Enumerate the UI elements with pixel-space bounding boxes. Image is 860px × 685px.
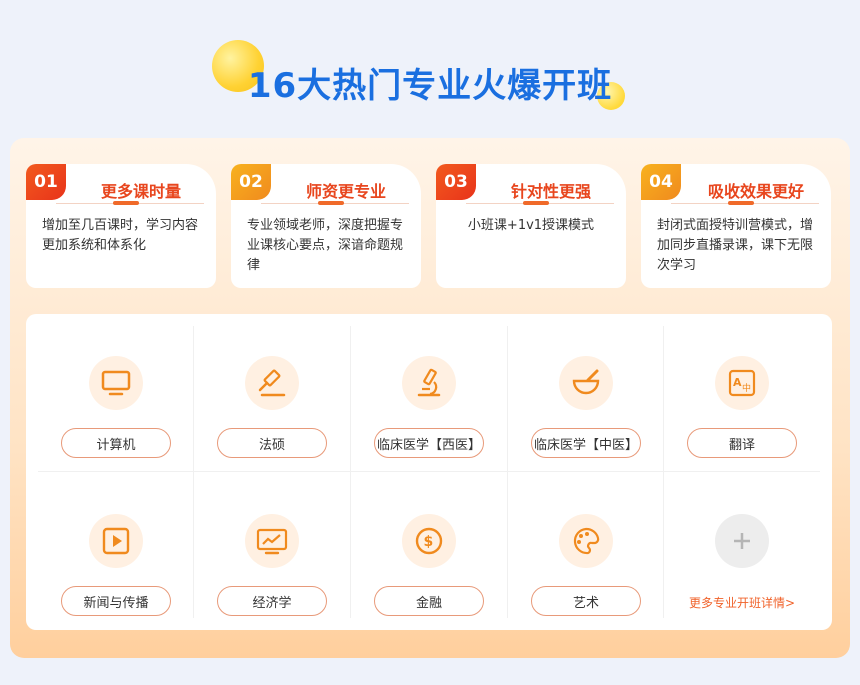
major-label[interactable]: 计算机 xyxy=(61,428,171,458)
svg-text:A: A xyxy=(733,376,742,389)
feature-divider-accent xyxy=(113,201,139,205)
feature-panel: 01 更多课时量 增加至几百课时，学习内容更加系统和体系化 02 师资更专业 专… xyxy=(10,138,850,658)
feature-title: 吸收效果更好 xyxy=(707,182,804,201)
major-label[interactable]: 艺术 xyxy=(531,586,641,616)
coin-icon: $ xyxy=(402,514,456,568)
major-law[interactable]: 法硕 xyxy=(194,314,350,471)
feature-number: 01 xyxy=(26,164,66,200)
feature-card-2: 02 师资更专业 专业领域老师，深度把握专业课核心要点，深谙命题规律 xyxy=(231,164,421,288)
feature-number: 02 xyxy=(231,164,271,200)
major-art[interactable]: 艺术 xyxy=(508,472,664,629)
major-western-medicine[interactable]: 临床医学【西医】 xyxy=(351,314,507,471)
feature-number: 04 xyxy=(641,164,681,200)
major-finance[interactable]: $ 金融 xyxy=(351,472,507,629)
major-label[interactable]: 新闻与传播 xyxy=(61,586,171,616)
feature-description: 小班课+1v1授课模式 xyxy=(467,218,595,233)
feature-divider-accent xyxy=(523,201,549,205)
palette-icon xyxy=(559,514,613,568)
feature-number: 03 xyxy=(436,164,476,200)
major-label[interactable]: 临床医学【西医】 xyxy=(374,428,484,458)
major-translation[interactable]: A中 翻译 xyxy=(664,314,820,471)
gavel-icon xyxy=(245,356,299,410)
translate-icon: A中 xyxy=(715,356,769,410)
more-majors-link[interactable]: 更多专业开班详情> xyxy=(664,594,820,611)
major-label[interactable]: 金融 xyxy=(374,586,484,616)
play-video-icon xyxy=(89,514,143,568)
major-label[interactable]: 法硕 xyxy=(217,428,327,458)
feature-divider-accent xyxy=(728,201,754,205)
major-journalism[interactable]: 新闻与传播 xyxy=(38,472,194,629)
more-majors[interactable]: 更多专业开班详情> xyxy=(664,472,820,629)
chart-trend-icon xyxy=(245,514,299,568)
mortar-pestle-icon xyxy=(559,356,613,410)
feature-title: 针对性更强 xyxy=(510,182,591,201)
major-label[interactable]: 经济学 xyxy=(217,586,327,616)
feature-title: 师资更专业 xyxy=(305,182,386,201)
feature-title: 更多课时量 xyxy=(100,182,181,201)
major-chinese-medicine[interactable]: 临床医学【中医】 xyxy=(508,314,664,471)
feature-description: 增加至几百课时，学习内容更加系统和体系化 xyxy=(42,218,199,253)
plus-icon[interactable] xyxy=(715,514,769,568)
svg-text:$: $ xyxy=(424,534,434,550)
major-label[interactable]: 临床医学【中医】 xyxy=(531,428,641,458)
svg-text:中: 中 xyxy=(742,382,751,394)
major-economics[interactable]: 经济学 xyxy=(194,472,350,629)
major-computer[interactable]: 计算机 xyxy=(38,314,194,471)
microscope-icon xyxy=(402,356,456,410)
feature-card-4: 04 吸收效果更好 封闭式面授特训营模式，增加同步直播录课，课下无限次学习 xyxy=(641,164,831,288)
majors-grid: 计算机 法硕 临床医学【西医】 临床医学【中医】 A中 翻译 新闻与传播 经济学… xyxy=(26,314,832,630)
major-label[interactable]: 翻译 xyxy=(687,428,797,458)
title-section: 16大热门专业火爆开班 xyxy=(0,0,860,130)
monitor-icon xyxy=(89,356,143,410)
page-title: 16大热门专业火爆开班 xyxy=(247,66,613,106)
feature-card-1: 01 更多课时量 增加至几百课时，学习内容更加系统和体系化 xyxy=(26,164,216,288)
feature-divider-accent xyxy=(318,201,344,205)
feature-description: 封闭式面授特训营模式，增加同步直播录课，课下无限次学习 xyxy=(657,218,814,273)
feature-card-3: 03 针对性更强 小班课+1v1授课模式 xyxy=(436,164,626,288)
feature-description: 专业领域老师，深度把握专业课核心要点，深谙命题规律 xyxy=(247,218,404,273)
